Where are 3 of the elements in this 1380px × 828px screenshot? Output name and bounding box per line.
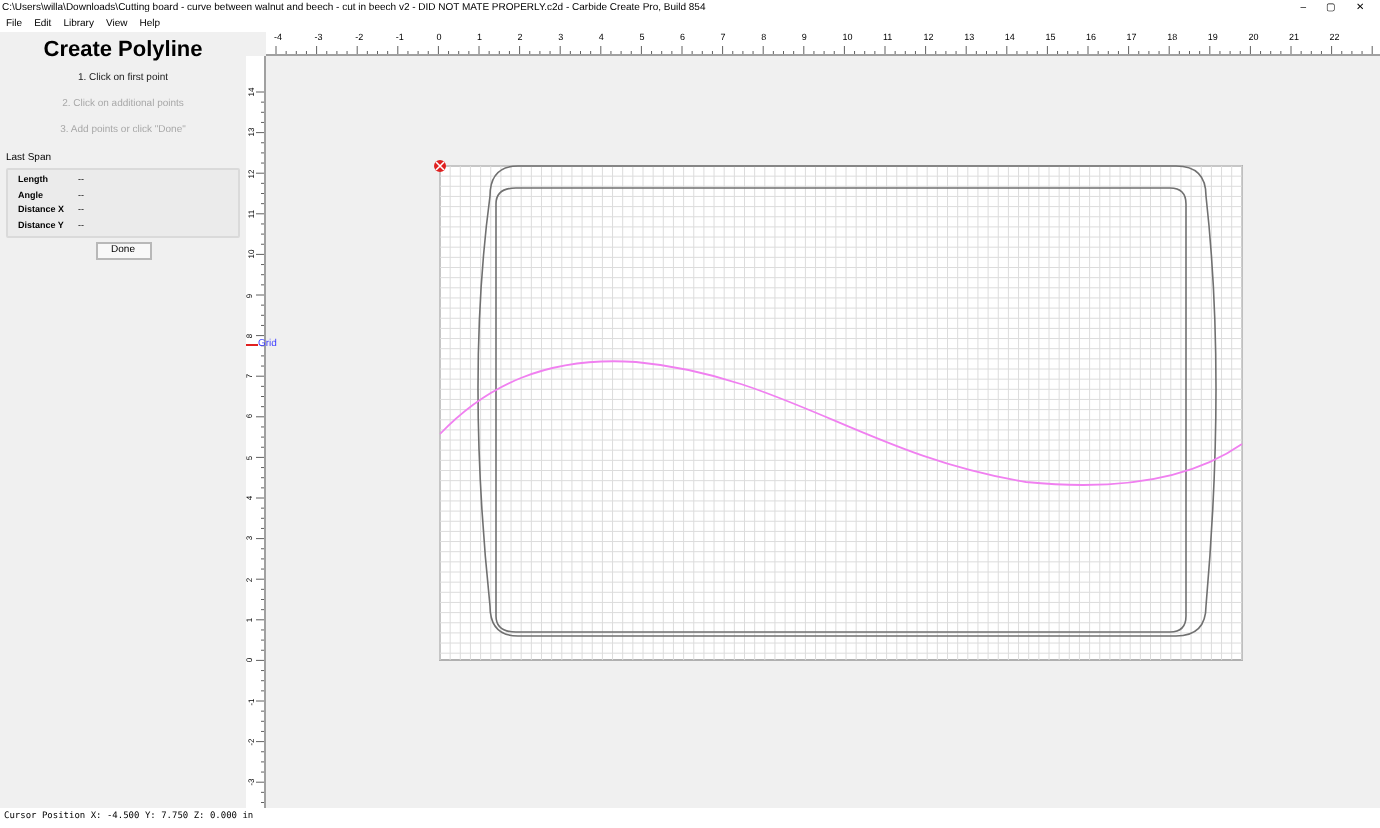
origin-marker-icon xyxy=(434,160,446,172)
grid-marker-line xyxy=(246,344,258,346)
panel-title: Create Polyline xyxy=(43,40,203,62)
